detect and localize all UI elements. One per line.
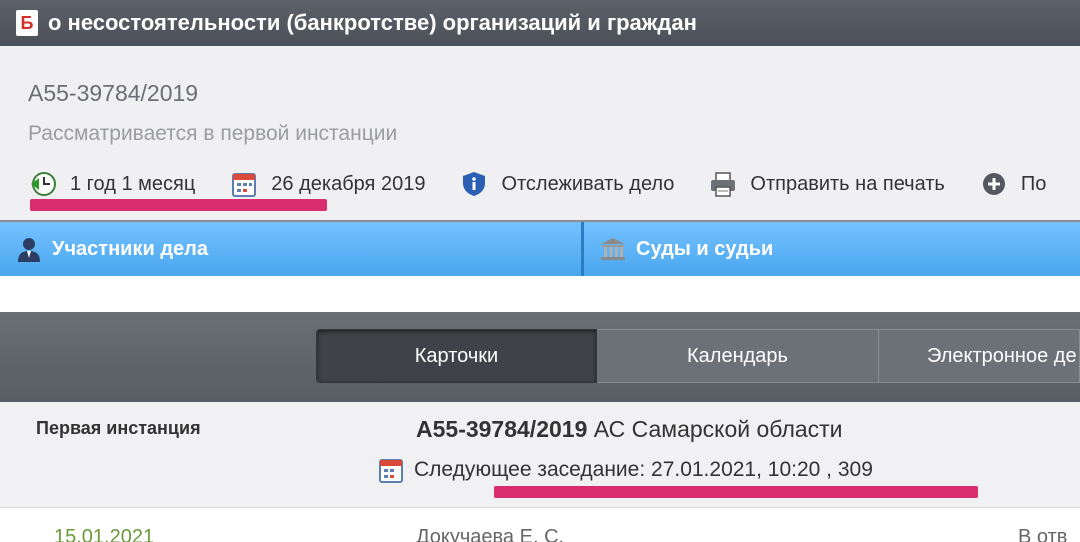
case-number: А55-39784/2019 (28, 80, 199, 106)
highlight-underline-dates (30, 199, 327, 211)
category-title: о несостоятельности (банкротстве) органи… (48, 10, 697, 35)
tab-calendar[interactable]: Календарь (597, 329, 879, 383)
tab-participants[interactable]: Участники дела (0, 222, 584, 276)
clock-history-icon (28, 170, 58, 198)
spacer (0, 276, 1080, 312)
row-status: В отв (1018, 526, 1068, 542)
case-meta-row: 1 год 1 месяц 26 декабря 2019 Отслеживат… (28, 168, 1080, 200)
instance-label: Первая инстанция (36, 418, 201, 438)
courthouse-icon (600, 235, 626, 263)
case-status: Рассматривается в первой инстанции (28, 122, 398, 145)
tab-cards[interactable]: Карточки (316, 329, 597, 383)
row-date: 15.01.2021 (54, 526, 155, 542)
printer-icon (708, 170, 738, 198)
print-button[interactable]: Отправить на печать (708, 170, 945, 198)
instance-court: АС Самарской области (593, 416, 843, 442)
instance-case-number[interactable]: А55-39784/2019 (416, 416, 587, 442)
start-date-text: 26 декабря 2019 (271, 172, 426, 195)
case-duration: 1 год 1 месяц (28, 170, 195, 198)
track-case-button[interactable]: Отслеживать дело (459, 170, 674, 198)
instance-case-line: А55-39784/2019 АС Самарской области (416, 416, 843, 443)
table-row[interactable]: 15.01.2021 Докучаева Е. С. В отв (0, 508, 1080, 542)
track-case-label: Отслеживать дело (501, 172, 675, 195)
shield-info-icon (459, 170, 489, 198)
view-tabs: Карточки Календарь Электронное де (316, 329, 1080, 383)
bankruptcy-badge-icon: Б (16, 10, 38, 36)
tab-courts[interactable]: Суды и судьи (584, 222, 1080, 276)
print-label: Отправить на печать (750, 172, 945, 195)
person-icon (16, 235, 42, 263)
row-judge: Докучаева Е. С. (416, 526, 565, 542)
more-label: По (1020, 172, 1047, 195)
tab-participants-label: Участники дела (52, 237, 208, 260)
highlight-underline-hearing (494, 486, 978, 498)
more-button[interactable]: По (979, 170, 1047, 198)
plus-circle-icon (979, 170, 1009, 198)
tab-courts-label: Суды и судьи (636, 237, 774, 260)
case-start-date: 26 декабря 2019 (229, 170, 425, 198)
calendar-icon (229, 170, 259, 198)
calendar-icon (378, 456, 404, 484)
next-hearing: Следующее заседание: 27.01.2021, 10:20 ,… (378, 454, 873, 486)
view-switcher-bar: Карточки Календарь Электронное де (0, 312, 1080, 402)
case-sections-bar: Участники дела Суды и судьи (0, 222, 1080, 276)
next-hearing-text: Следующее заседание: 27.01.2021, 10:20 ,… (414, 458, 873, 481)
app-header: Б о несостоятельности (банкротстве) орга… (0, 0, 1080, 46)
duration-text: 1 год 1 месяц (70, 172, 196, 195)
case-header: А55-39784/2019 Рассматривается в первой … (0, 46, 1080, 222)
tab-electronic-case[interactable]: Электронное де (879, 329, 1080, 383)
